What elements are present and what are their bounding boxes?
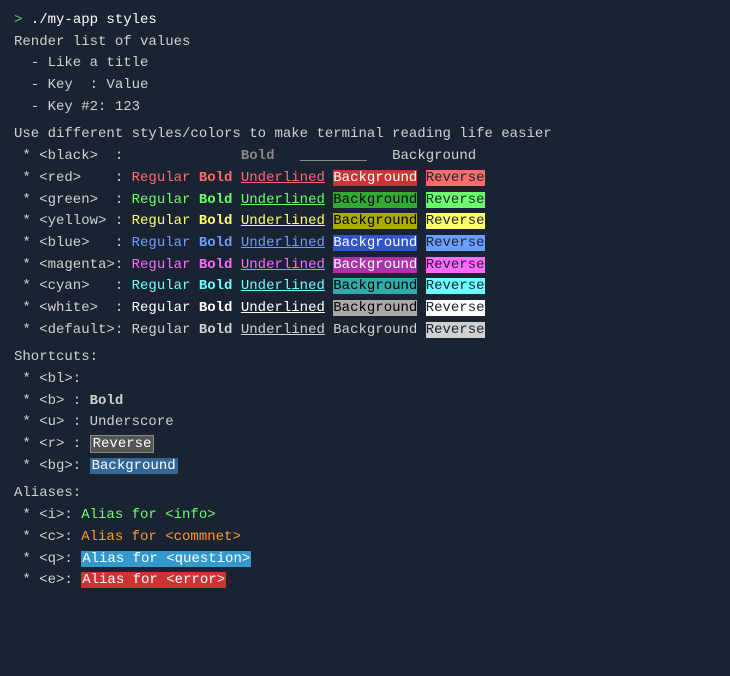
alias-i-value: Alias for <info> [81, 507, 215, 523]
cyan-underlined: Underlined [241, 278, 325, 294]
color-row-red: * <red> : Regular Bold Underlined Backgr… [14, 168, 716, 190]
black-bg-label: Background [392, 148, 476, 164]
alias-q: * <q>: Alias for <question> [14, 549, 716, 571]
magenta-background: Background [333, 257, 417, 273]
color-row-magenta: * <magenta>: Regular Bold Underlined Bac… [14, 255, 716, 277]
cyan-regular: Regular [132, 278, 191, 294]
yellow-underlined: Underlined [241, 213, 325, 229]
default-reverse: Reverse [426, 322, 485, 338]
color-row-blue: * <blue> : Regular Bold Underlined Backg… [14, 233, 716, 255]
header-line-4: - Key #2: 123 [14, 97, 716, 119]
default-bold: Bold [199, 322, 233, 338]
blue-bold: Bold [199, 235, 233, 251]
shortcut-bl: * <bl>: [14, 369, 716, 391]
yellow-background: Background [333, 213, 417, 229]
alias-i: * <i>: Alias for <info> [14, 505, 716, 527]
black-bold-label: Bold [241, 148, 275, 164]
header-line-1: Render list of values [14, 32, 716, 54]
magenta-regular: Regular [132, 257, 191, 273]
command-text: ./my-app styles [31, 12, 157, 28]
magenta-underlined: Underlined [241, 257, 325, 273]
color-row-default: * <default>: Regular Bold Underlined Bac… [14, 320, 716, 342]
green-background: Background [333, 192, 417, 208]
red-reverse: Reverse [426, 170, 485, 186]
shortcut-r-value: Reverse [90, 435, 155, 453]
color-row-white: * <white> : Regular Bold Underlined Back… [14, 298, 716, 320]
red-background: Background [333, 170, 417, 186]
black-underline-label [300, 148, 367, 164]
magenta-reverse: Reverse [426, 257, 485, 273]
alias-e: * <e>: Alias for <error> [14, 570, 716, 592]
header-line-2: - Like a title [14, 53, 716, 75]
color-row-cyan: * <cyan> : Regular Bold Underlined Backg… [14, 276, 716, 298]
white-background: Background [333, 300, 417, 316]
shortcut-r: * <r> : Reverse [14, 434, 716, 456]
description-line: Use different styles/colors to make term… [14, 124, 716, 146]
shortcut-b-value: Bold [90, 393, 124, 409]
white-bold: Bold [199, 300, 233, 316]
shortcut-u: * <u> : Underscore [14, 412, 716, 434]
green-underlined: Underlined [241, 192, 325, 208]
alias-c: * <c>: Alias for <commnet> [14, 527, 716, 549]
red-bold: Bold [199, 170, 233, 186]
blue-underlined: Underlined [241, 235, 325, 251]
default-underlined: Underlined [241, 322, 325, 338]
green-regular: Regular [132, 192, 191, 208]
red-underlined: Underlined [241, 170, 325, 186]
default-background: Background [333, 322, 417, 338]
yellow-regular: Regular [132, 213, 191, 229]
white-reverse: Reverse [426, 300, 485, 316]
black-bold [132, 148, 199, 164]
cyan-background: Background [333, 278, 417, 294]
shortcut-b: * <b> : Bold [14, 391, 716, 413]
shortcut-bg: * <bg>: Background [14, 456, 716, 478]
prompt-symbol: > [14, 12, 31, 28]
color-row-black: * <black> : Bold Background [14, 146, 716, 168]
blue-reverse: Reverse [426, 235, 485, 251]
shortcut-bg-value: Background [90, 458, 178, 474]
white-regular: Regular [132, 300, 191, 316]
shortcuts-title: Shortcuts: [14, 347, 716, 369]
color-row-green: * <green> : Regular Bold Underlined Back… [14, 190, 716, 212]
red-regular: Regular [132, 170, 191, 186]
aliases-title: Aliases: [14, 483, 716, 505]
blue-regular: Regular [132, 235, 191, 251]
green-reverse: Reverse [426, 192, 485, 208]
default-regular: Regular [132, 322, 191, 338]
cyan-bold: Bold [199, 278, 233, 294]
yellow-bold: Bold [199, 213, 233, 229]
alias-q-value: Alias for <question> [81, 551, 251, 567]
magenta-bold: Bold [199, 257, 233, 273]
yellow-reverse: Reverse [426, 213, 485, 229]
prompt-line: > ./my-app styles [14, 10, 716, 32]
green-bold: Bold [199, 192, 233, 208]
header-line-3: - Key : Value [14, 75, 716, 97]
blue-background: Background [333, 235, 417, 251]
color-row-yellow: * <yellow> : Regular Bold Underlined Bac… [14, 211, 716, 233]
alias-e-value: Alias for <error> [81, 572, 226, 588]
cyan-reverse: Reverse [426, 278, 485, 294]
white-underlined: Underlined [241, 300, 325, 316]
alias-c-value: Alias for <commnet> [81, 529, 241, 545]
